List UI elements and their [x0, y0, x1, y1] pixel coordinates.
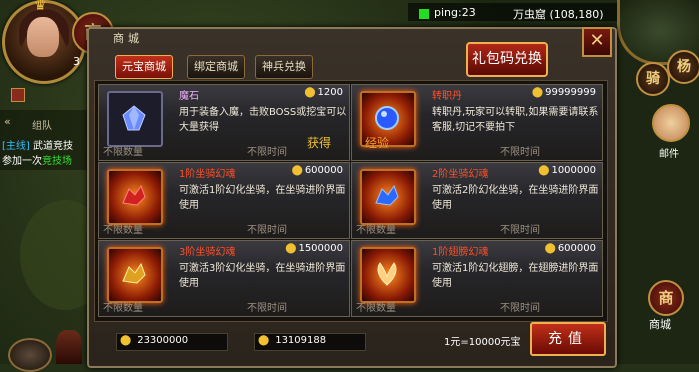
coin-icon: ⬤	[544, 243, 556, 254]
task-link: 竞技场	[42, 156, 72, 167]
item-name: 3阶坐骑幻魂	[179, 247, 236, 258]
item-qty: 不限数量	[356, 225, 396, 236]
shop-item[interactable]: 2阶坐骑幻魂 ⬤ 1000000 可激活2阶幻化坐骑，在坐骑进阶界面使用 不限数量…	[351, 162, 603, 239]
yuanbao-icon: ⬤	[120, 335, 132, 346]
price-value: 1000000	[551, 165, 596, 176]
shop-icon[interactable]: 商	[648, 280, 684, 316]
item-qty: 不限数量	[103, 303, 143, 314]
float-exp-text: 经验	[365, 136, 390, 150]
item-time: 不限时间	[500, 225, 540, 236]
item-time: 不限时间	[500, 147, 540, 158]
item-desc: 可激活2阶幻化坐骑，在坐骑进阶界面使用	[432, 185, 599, 211]
item-desc: 转职丹,玩家可以转职,如果需要请联系客服,切记不要拍下	[432, 107, 599, 133]
shop-label: 商城	[649, 318, 671, 331]
coin-icon: ⬤	[285, 243, 297, 254]
bound-yuanbao-icon: ⬤	[258, 335, 270, 346]
team-tab[interactable]: 组队	[32, 117, 52, 132]
item-name: 2阶坐骑幻魂	[432, 169, 489, 180]
ride-button[interactable]: 骑	[636, 62, 670, 96]
shop-item[interactable]: 3阶坐骑幻魂 ⬤ 1500000 可激活3阶幻化坐骑，在坐骑进阶界面使用 不限数量…	[98, 240, 350, 317]
level-number: 3	[73, 55, 80, 68]
golden-mount-icon	[107, 247, 163, 303]
signal-icon	[419, 9, 429, 19]
yuanbao-value: 23300000	[137, 335, 189, 346]
task-join: 参加一次	[2, 156, 42, 167]
face	[27, 17, 59, 57]
shop-item[interactable]: 1阶坐骑幻魂 ⬤ 600000 可激活1阶幻化坐骑，在坐骑进阶界面使用 不限数量 …	[98, 162, 350, 239]
item-desc: 用于装备入魔，击败BOSS或挖宝可以大量获得	[179, 107, 347, 133]
bound-yuanbao-value: 13109188	[275, 335, 327, 346]
character-sprite	[56, 330, 82, 364]
item-price: ⬤ 600000	[292, 165, 343, 176]
item-desc: 可激活1阶幻化坐骑，在坐骑进阶界面使用	[179, 185, 346, 211]
item-name: 1阶坐骑幻魂	[179, 169, 236, 180]
task-name: 武道竞技	[33, 141, 73, 152]
price-value: 600000	[557, 243, 596, 254]
mail-icon[interactable]	[652, 104, 690, 142]
item-name: 1阶翅膀幻魂	[432, 247, 489, 258]
coin-icon: ⬤	[304, 87, 316, 98]
item-price: ⬤ 99999999	[532, 87, 596, 98]
collapse-icon[interactable]: «	[4, 115, 11, 128]
recharge-button[interactable]: 充值	[530, 322, 606, 356]
item-qty: 不限数量	[356, 303, 396, 314]
close-button[interactable]: ✕	[582, 27, 612, 57]
crown-icon: ♛	[34, 0, 47, 14]
tab-weapon-exchange[interactable]: 神兵兑换	[255, 55, 313, 79]
task-tag: [主线]	[2, 141, 30, 152]
coin-icon: ⬤	[291, 165, 303, 176]
item-price: ⬤ 1000000	[538, 165, 596, 176]
item-price: ⬤ 1500000	[285, 243, 343, 254]
item-time: 不限时间	[247, 303, 287, 314]
coin-icon: ⬤	[531, 87, 544, 98]
mail-label: 邮件	[659, 149, 679, 160]
item-name: 转职丹	[432, 91, 462, 102]
gem-icon	[107, 91, 163, 147]
yuanbao-balance: ⬤ 23300000	[120, 335, 188, 346]
task-line[interactable]: [主线] 武道竞技	[2, 137, 73, 152]
price-value: 600000	[304, 165, 343, 176]
status-icon[interactable]	[11, 88, 25, 102]
gift-code-button[interactable]: 礼包码兑换	[466, 42, 548, 77]
price-value: 1200	[317, 87, 343, 98]
shop-item[interactable]: 1阶翅膀幻魂 ⬤ 600000 可激活1阶幻化翅膀，在翅膀进阶界面使用 不限数量 …	[351, 240, 603, 317]
bound-yuanbao-balance: ⬤ 13109188	[258, 335, 326, 346]
exchange-rate: 1元=10000元宝	[444, 337, 521, 348]
task-detail[interactable]: 参加一次竞技场	[2, 152, 72, 167]
tab-bound-shop[interactable]: 绑定商城	[187, 55, 245, 79]
joystick[interactable]	[8, 338, 52, 372]
item-time: 不限时间	[247, 147, 287, 158]
location-text: 万虫窟 (108,180)	[513, 8, 604, 21]
item-time: 不限时间	[247, 225, 287, 236]
dragon-mount-icon	[107, 169, 163, 225]
item-desc: 可激活1阶幻化翅膀，在翅膀进阶界面使用	[432, 263, 599, 289]
hide-button[interactable]: 杨	[667, 50, 699, 84]
item-qty: 不限数量	[103, 147, 143, 158]
coin-icon: ⬤	[538, 165, 550, 176]
wing-icon	[360, 247, 416, 303]
item-price: ⬤ 600000	[545, 243, 596, 254]
item-desc: 可激活3阶幻化坐骑，在坐骑进阶界面使用	[179, 263, 346, 289]
price-value: 99999999	[545, 87, 596, 98]
item-price: ⬤ 1200	[304, 87, 343, 98]
tab-yuanbao-shop[interactable]: 元宝商城	[115, 55, 173, 79]
price-value: 1500000	[298, 243, 343, 254]
item-time: 不限时间	[500, 303, 540, 314]
item-name: 魔石	[179, 91, 199, 102]
ping-text: ping:23	[434, 6, 476, 19]
item-qty: 不限数量	[103, 225, 143, 236]
blue-mount-icon	[360, 169, 416, 225]
float-get-text: 获得	[307, 136, 332, 150]
dialog-title: 商城	[113, 32, 143, 45]
